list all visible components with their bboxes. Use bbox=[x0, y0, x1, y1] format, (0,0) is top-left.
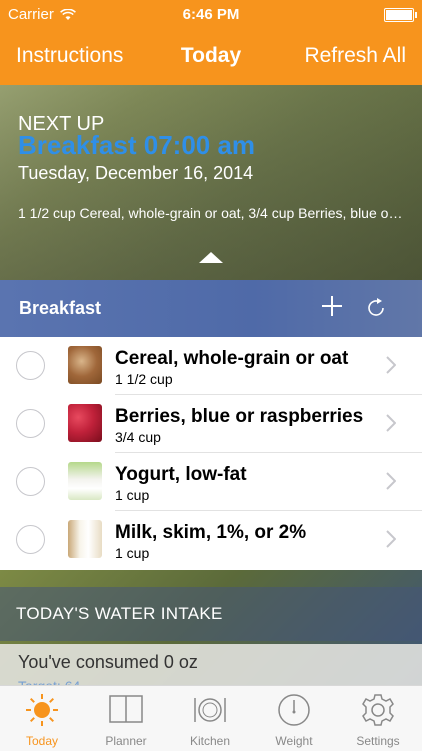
complete-checkbox[interactable] bbox=[16, 409, 45, 438]
complete-checkbox[interactable] bbox=[16, 525, 45, 554]
list-item[interactable]: Milk, skim, 1%, or 2% 1 cup bbox=[0, 511, 422, 569]
yogurt-thumbnail bbox=[68, 462, 102, 500]
food-quantity: 1 cup bbox=[115, 545, 150, 561]
food-name: Yogurt, low-fat bbox=[115, 464, 247, 485]
food-quantity: 1 cup bbox=[115, 487, 150, 503]
add-food-button[interactable] bbox=[320, 290, 344, 324]
plus-icon bbox=[322, 296, 342, 316]
nav-bar: Instructions Today Refresh All bbox=[0, 30, 422, 85]
tab-planner[interactable]: Planner bbox=[84, 686, 168, 751]
tab-weight[interactable]: Weight bbox=[252, 686, 336, 751]
chevron-right-icon bbox=[386, 472, 396, 490]
water-consumed-text: You've consumed 0 oz bbox=[18, 652, 198, 672]
plate-icon bbox=[194, 698, 226, 722]
tab-settings[interactable]: Settings bbox=[336, 686, 420, 751]
meal-items-summary: 1 1/2 cup Cereal, whole-grain or oat, 3/… bbox=[18, 205, 403, 221]
tab-kitchen[interactable]: Kitchen bbox=[168, 686, 252, 751]
chevron-right-icon bbox=[386, 530, 396, 548]
food-quantity: 1 1/2 cup bbox=[115, 371, 173, 387]
tab-label: Settings bbox=[356, 734, 400, 748]
food-quantity: 3/4 cup bbox=[115, 429, 161, 445]
next-up-panel[interactable]: NEXT UP Breakfast 07:00 am Tuesday, Dece… bbox=[0, 85, 422, 280]
food-name: Berries, blue or raspberries bbox=[115, 406, 364, 427]
status-bar: Carrier 6:46 PM bbox=[0, 0, 422, 30]
tab-label: Today bbox=[25, 734, 59, 748]
list-item[interactable]: Yogurt, low-fat 1 cup bbox=[0, 453, 422, 511]
tab-bar: Today Planner Kitchen Weight Settings bbox=[0, 685, 422, 751]
next-meal-title: Breakfast 07:00 am bbox=[18, 130, 256, 160]
water-intake-title: TODAY'S WATER INTAKE bbox=[16, 604, 223, 623]
complete-checkbox[interactable] bbox=[16, 351, 45, 380]
list-item[interactable]: Berries, blue or raspberries 3/4 cup bbox=[0, 395, 422, 453]
tab-today[interactable]: Today bbox=[0, 686, 84, 751]
refresh-icon bbox=[368, 298, 384, 316]
food-name: Cereal, whole-grain or oat bbox=[115, 348, 349, 369]
milk-thumbnail bbox=[68, 520, 102, 558]
tab-label: Planner bbox=[105, 734, 147, 748]
scale-icon bbox=[278, 694, 310, 726]
battery-icon bbox=[384, 8, 417, 22]
chevron-right-icon bbox=[386, 356, 396, 374]
collapse-caret-icon[interactable] bbox=[199, 252, 223, 263]
tab-label: Weight bbox=[275, 734, 313, 748]
cereal-thumbnail bbox=[68, 346, 102, 384]
meal-section-header: Breakfast bbox=[0, 280, 422, 337]
tab-label: Kitchen bbox=[189, 734, 231, 748]
water-consumed-bar: You've consumed 0 oz Target: 64 bbox=[0, 644, 422, 694]
clock: 6:46 PM bbox=[182, 6, 240, 23]
water-intake-header: TODAY'S WATER INTAKE bbox=[0, 587, 422, 641]
food-list: Cereal, whole-grain or oat 1 1/2 cup Ber… bbox=[0, 337, 422, 570]
complete-checkbox[interactable] bbox=[16, 467, 45, 496]
food-name: Milk, skim, 1%, or 2% bbox=[115, 522, 307, 543]
refresh-all-button[interactable]: Refresh All bbox=[304, 44, 406, 68]
chevron-right-icon bbox=[386, 414, 396, 432]
water-intake-panel[interactable]: TODAY'S WATER INTAKE You've consumed 0 o… bbox=[0, 570, 422, 694]
meal-section-title: Breakfast bbox=[19, 298, 102, 318]
list-item[interactable]: Cereal, whole-grain or oat 1 1/2 cup bbox=[0, 337, 422, 395]
berries-thumbnail bbox=[68, 404, 102, 442]
gear-icon bbox=[362, 694, 394, 726]
refresh-meal-button[interactable] bbox=[364, 296, 388, 325]
meal-date: Tuesday, December 16, 2014 bbox=[18, 163, 254, 183]
sun-icon bbox=[26, 694, 58, 726]
book-icon bbox=[109, 695, 143, 723]
